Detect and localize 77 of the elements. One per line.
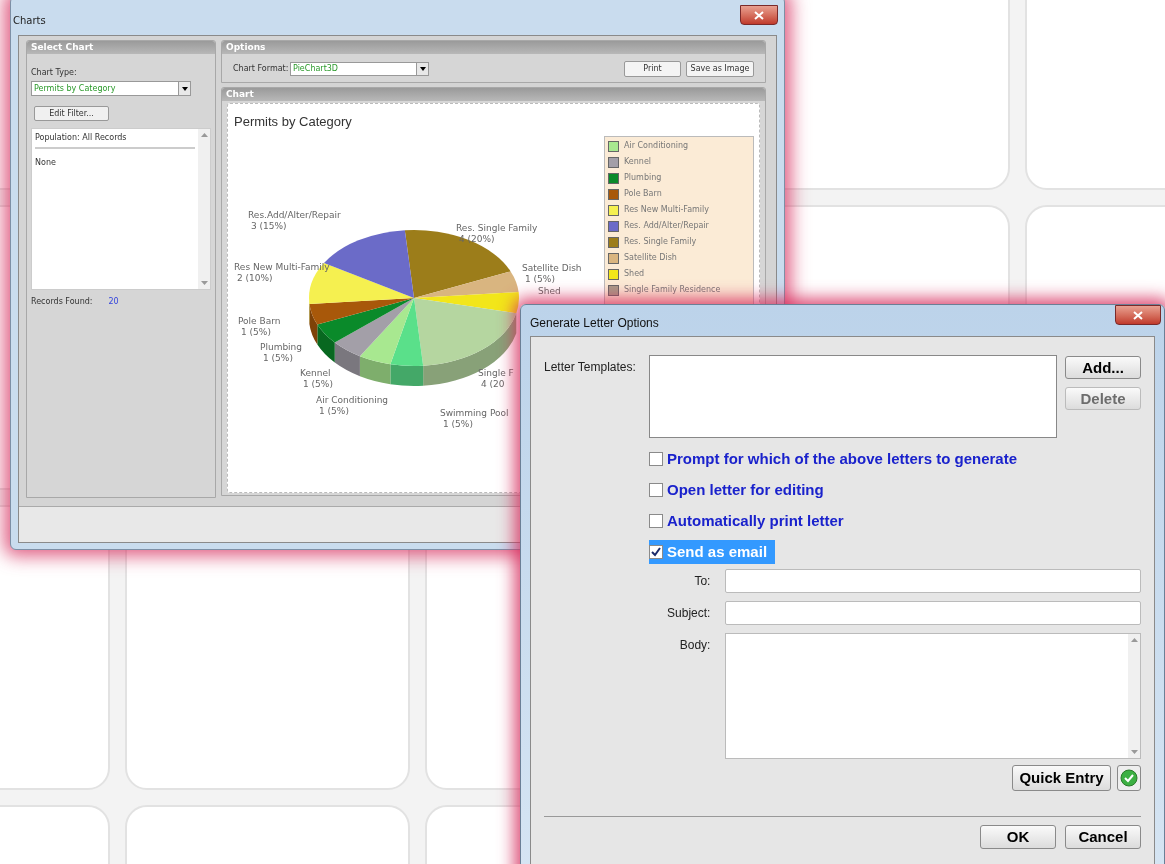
records-found-value: 20: [108, 295, 119, 308]
dropdown-arrow-button[interactable]: [416, 63, 428, 75]
legend-label: Res. Add/Alter/Repair: [624, 220, 709, 232]
window-title: Charts: [13, 14, 46, 28]
field-label: Body:: [678, 637, 711, 654]
option-row[interactable]: Open letter for editing: [649, 478, 832, 502]
window-title: Generate Letter Options: [530, 315, 659, 332]
scroll-up-icon[interactable]: [200, 132, 208, 137]
caret-icon: [181, 86, 188, 91]
field-label: To:: [693, 573, 711, 590]
legend-label: Plumbing: [624, 172, 662, 184]
checkbox[interactable]: [649, 545, 663, 559]
option-label: Automatically print letter: [667, 510, 844, 531]
slice-label: Kennel 1 (5%): [300, 368, 333, 389]
side-button[interactable]: Add...: [1065, 356, 1141, 379]
dropdown-arrow-button[interactable]: [178, 82, 190, 95]
slice-label: Single F 4 (20: [478, 368, 514, 389]
scroll-up-icon[interactable]: [1130, 638, 1138, 642]
slice-label: Satellite Dish 1 (5%): [522, 263, 582, 284]
population-text: Population: All Records: [35, 131, 195, 149]
legend-label: Res. Single Family: [624, 236, 697, 248]
field-label: Chart Type:: [31, 67, 78, 79]
close-icon: [754, 10, 764, 20]
legend-label: Single Family Residence: [624, 284, 721, 296]
checkbox[interactable]: [649, 452, 663, 466]
filter-item[interactable]: None: [35, 156, 195, 169]
scrollbar[interactable]: [198, 128, 210, 289]
footer-button[interactable]: OK: [980, 825, 1056, 849]
legend-label: Satellite Dish: [624, 252, 677, 264]
slice-label: Swimming Pool 1 (5%): [440, 408, 509, 429]
toolbar-button[interactable]: Save as Image: [686, 61, 754, 77]
slice-label: Plumbing 1 (5%): [260, 342, 303, 363]
option-row[interactable]: Prompt for which of the above letters to generate: [649, 447, 1026, 471]
records-found-label: Records Found:: [31, 295, 93, 308]
check-circle-icon: [1120, 769, 1138, 787]
close-icon: [1133, 310, 1143, 320]
caret-icon: [419, 67, 426, 71]
chart-type-select[interactable]: Permits by Category: [31, 81, 191, 96]
chart-title: Permits by Category: [234, 113, 352, 131]
checkbox[interactable]: [649, 514, 663, 528]
legend-label: Pole Barn: [624, 188, 662, 200]
panel-header: Chart: [222, 88, 765, 101]
scrollbar[interactable]: [1128, 634, 1140, 758]
check-icon: [651, 547, 661, 557]
scroll-down-icon[interactable]: [1130, 750, 1138, 754]
field-label: Letter Templates:: [544, 359, 637, 376]
confirm-button[interactable]: [1117, 765, 1141, 791]
edit-filter-button[interactable]: Edit Filter...: [34, 106, 109, 121]
scroll-down-icon[interactable]: [200, 280, 208, 285]
legend-label: Air Conditioning: [624, 140, 689, 152]
checkbox[interactable]: [649, 483, 663, 497]
option-label: Send as email: [667, 541, 768, 562]
panel-header: Select Chart: [27, 41, 215, 54]
slice-label: Air Conditioning 1 (5%): [316, 395, 389, 416]
text-field[interactable]: [725, 569, 1141, 593]
close-button[interactable]: [1115, 305, 1161, 325]
templates-list[interactable]: [648, 355, 1057, 438]
field-label: Subject:: [666, 605, 711, 622]
footer-button[interactable]: Cancel: [1065, 825, 1141, 849]
text-field[interactable]: [725, 601, 1141, 625]
slice-label: Pole Barn 1 (5%): [238, 316, 281, 337]
legend-label: Kennel: [624, 156, 652, 168]
legend-label: Res New Multi-Family: [624, 204, 709, 216]
quick-entry-button[interactable]: Quick Entry: [1012, 765, 1111, 791]
chart-format-select[interactable]: PieChart3D: [290, 62, 429, 76]
option-label: Open letter for editing: [667, 479, 824, 500]
legend-label: Shed: [624, 268, 645, 280]
option-label: Prompt for which of the above letters to generate: [667, 448, 1018, 469]
slice-label: Shed: [538, 286, 561, 296]
panel-header: Options: [222, 41, 765, 54]
option-row[interactable]: Automatically print letter: [649, 509, 852, 533]
slice-label: Res. Single Family 4 (20%): [456, 223, 538, 244]
close-button[interactable]: [740, 5, 778, 25]
field-label: Chart Format:: [233, 63, 290, 75]
toolbar-button[interactable]: Print: [624, 61, 681, 77]
body-field[interactable]: [725, 633, 1141, 759]
slice-label: Res.Add/Alter/Repair 3 (15%): [248, 210, 341, 231]
